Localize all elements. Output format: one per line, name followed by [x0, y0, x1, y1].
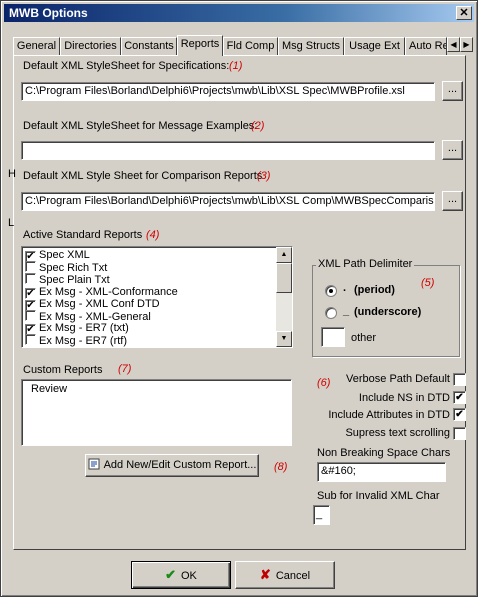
annotation-1: (1): [229, 60, 243, 72]
tab-scroll-right-icon[interactable]: ▶: [460, 37, 473, 52]
spec-stylesheet-browse-button[interactable]: ...: [442, 81, 463, 101]
report-item[interactable]: Spec Rich Txt: [22, 261, 292, 274]
tab-constants[interactable]: Constants: [121, 37, 177, 55]
custom-reports-label: Custom Reports: [23, 364, 103, 376]
annotation-5: (5): [421, 277, 435, 289]
period-glyph: .: [343, 282, 347, 294]
cancel-label: Cancel: [275, 570, 311, 582]
active-reports-list[interactable]: ✔ Spec XML Spec Rich Txt Spec Plain Txt ✔…: [21, 246, 293, 348]
hidden-label-fragment-h: H: [8, 168, 16, 180]
report-item[interactable]: ✔ Ex Msg - XML Conf DTD: [22, 298, 292, 311]
tab-scroll-left-icon[interactable]: ◀: [447, 37, 460, 52]
tab-msg-structs[interactable]: Msg Structs: [278, 37, 344, 55]
active-reports-scrollbar[interactable]: ▲ ▼: [276, 247, 292, 347]
suppress-scrolling-checkbox[interactable]: [453, 427, 466, 440]
report-checkbox[interactable]: [25, 309, 36, 321]
nbsp-chars-input[interactable]: &#160;: [317, 462, 446, 482]
period-label: (period): [354, 284, 395, 296]
scroll-up-icon[interactable]: ▲: [276, 247, 292, 263]
comparison-stylesheet-browse-button[interactable]: ...: [442, 191, 463, 211]
report-item[interactable]: ✔ Ex Msg - XML-Conformance: [22, 286, 292, 299]
annotation-3: (3): [257, 170, 271, 182]
spec-stylesheet-label: Default XML StyleSheet for Specification…: [23, 60, 230, 72]
x-icon: ✘: [259, 567, 271, 582]
tab-usage-ext[interactable]: Usage Ext: [344, 37, 405, 55]
annotation-2: (2): [251, 120, 265, 132]
include-ns-checkbox[interactable]: ✔: [453, 391, 466, 404]
ok-button[interactable]: ✔ OK: [131, 561, 231, 589]
verbose-path-checkbox[interactable]: [453, 373, 466, 386]
scroll-down-icon[interactable]: ▼: [276, 331, 292, 347]
invalid-xml-char-label: Sub for Invalid XML Char: [317, 490, 440, 502]
report-item[interactable]: Ex Msg - XML-General: [22, 309, 292, 323]
hidden-label-fragment-l: L: [8, 217, 15, 229]
tab-strip: General Directories Constants Reports Fl…: [13, 35, 473, 56]
title-bar: MWB Options ✕: [4, 4, 474, 22]
add-edit-custom-report-label: Add New/Edit Custom Report...: [103, 459, 257, 471]
report-checkbox[interactable]: ✔: [25, 287, 36, 299]
tab-reports[interactable]: Reports: [177, 35, 223, 56]
comparison-stylesheet-label: Default XML Style Sheet for Comparison R…: [23, 170, 263, 182]
tab-auto-re[interactable]: Auto Re: [405, 37, 447, 55]
window-title: MWB Options: [9, 6, 88, 20]
radio-period[interactable]: [325, 285, 337, 297]
report-icon: [88, 457, 100, 470]
cancel-button[interactable]: ✘ Cancel: [235, 561, 335, 589]
example-stylesheet-input[interactable]: [21, 141, 435, 160]
other-delimiter-input[interactable]: [321, 327, 345, 347]
underscore-glyph: _: [343, 305, 350, 317]
tab-general[interactable]: General: [13, 37, 60, 55]
report-item[interactable]: ✔ Spec XML: [22, 249, 292, 262]
verbose-path-label: Verbose Path Default: [346, 373, 450, 385]
invalid-xml-char-input[interactable]: _: [313, 505, 330, 525]
scroll-thumb[interactable]: [276, 263, 292, 293]
nbsp-chars-label: Non Breaking Space Chars: [317, 447, 451, 459]
report-item[interactable]: Ex Msg - ER7 (rtf): [22, 334, 292, 347]
report-item[interactable]: ✔ Ex Msg - ER7 (txt): [22, 322, 292, 336]
ok-label: OK: [181, 570, 197, 582]
report-checkbox[interactable]: [25, 261, 36, 273]
tab-directories[interactable]: Directories: [60, 37, 121, 55]
annotation-4: (4): [146, 229, 160, 241]
example-stylesheet-label: Default XML StyleSheet for Message Examp…: [23, 120, 258, 132]
annotation-7: (7): [118, 363, 132, 375]
path-delimiter-title: XML Path Delimiter: [316, 258, 415, 270]
report-checkbox[interactable]: [25, 273, 36, 285]
close-icon[interactable]: ✕: [456, 6, 472, 20]
include-attributes-checkbox[interactable]: ✔: [453, 408, 466, 421]
other-label: other: [351, 332, 377, 344]
mwb-options-dialog: MWB Options ✕ General Directories Consta…: [0, 0, 478, 597]
checkmark-icon: ✔: [165, 567, 176, 582]
include-ns-label: Include NS in DTD: [358, 392, 450, 404]
custom-report-item[interactable]: Review: [28, 383, 291, 395]
comparison-stylesheet-input[interactable]: C:\Program Files\Borland\Delphi6\Project…: [21, 192, 435, 211]
include-attributes-label: Include Attributes in DTD: [328, 409, 450, 421]
add-edit-custom-report-button[interactable]: Add New/Edit Custom Report...: [85, 454, 259, 477]
annotation-6: (6): [317, 377, 331, 389]
report-item[interactable]: Spec Plain Txt: [22, 273, 292, 286]
annotation-8: (8): [274, 461, 288, 473]
radio-underscore[interactable]: [325, 307, 337, 319]
custom-reports-list[interactable]: Review: [21, 379, 292, 446]
underscore-label: (underscore): [354, 306, 422, 318]
example-stylesheet-browse-button[interactable]: ...: [442, 140, 463, 160]
report-checkbox[interactable]: [25, 334, 36, 346]
spec-stylesheet-input[interactable]: C:\Program Files\Borland\Delphi6\Project…: [21, 82, 435, 101]
suppress-scrolling-label: Supress text scrolling: [345, 427, 450, 439]
tab-fld-comp[interactable]: Fld Comp: [223, 37, 278, 55]
active-reports-label: Active Standard Reports: [23, 229, 143, 241]
